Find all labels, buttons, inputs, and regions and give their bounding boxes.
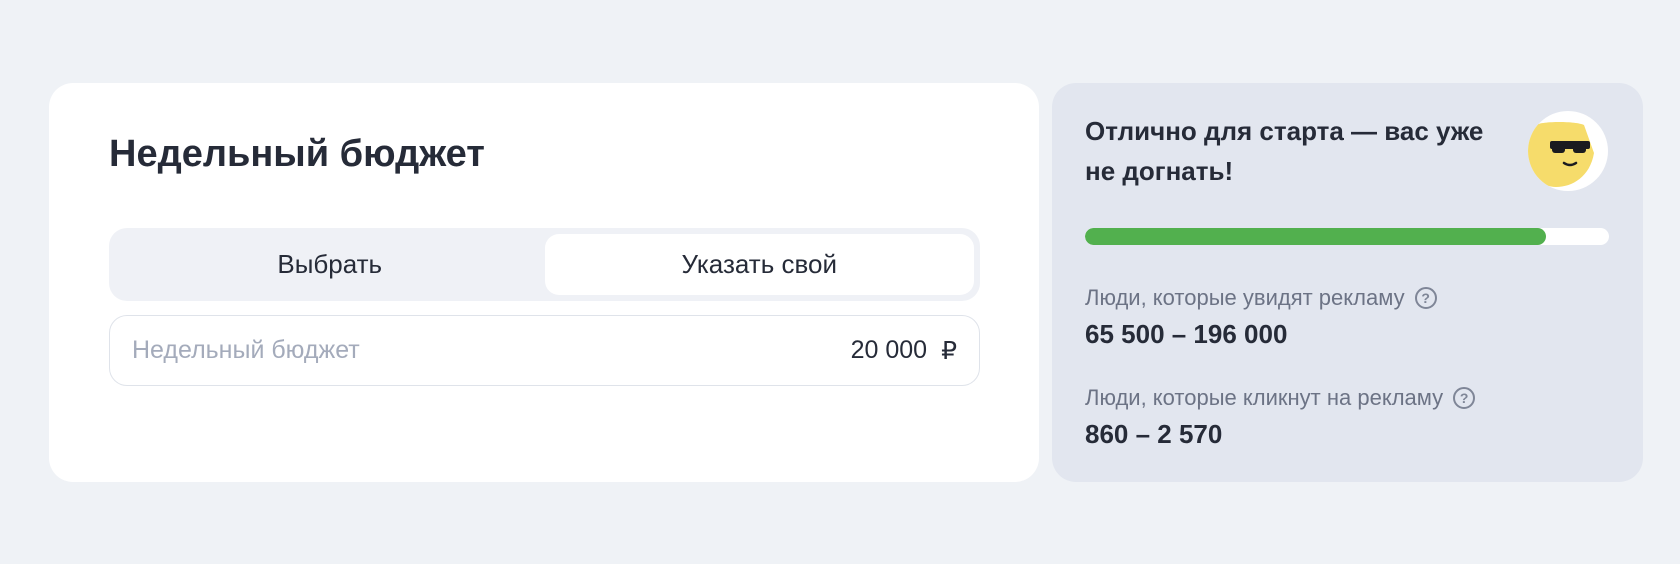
reach-label: Люди, которые увидят рекламу — [1085, 285, 1405, 310]
tab-choose[interactable]: Выбрать — [115, 234, 545, 295]
budget-mode-switch: Выбрать Указать свой — [109, 228, 980, 301]
forecast-card: Отлично для старта — вас уже не догнать!… — [1052, 83, 1643, 482]
sunglasses-face-icon — [1528, 111, 1608, 191]
budget-title: Недельный бюджет — [109, 133, 485, 175]
budget-quality-progress — [1085, 228, 1609, 245]
reach-label-row: Люди, которые увидят рекламу ? — [1085, 285, 1437, 311]
tab-custom[interactable]: Указать свой — [544, 234, 974, 295]
clicks-value: 860 – 2 570 — [1085, 419, 1223, 449]
clicks-label: Люди, которые кликнут на рекламу — [1085, 385, 1444, 410]
clicks-label-row: Люди, которые кликнут на рекламу ? — [1085, 385, 1476, 411]
budget-card: Недельный бюджет Выбрать Указать свой Не… — [49, 83, 1039, 482]
budget-quality-progress-fill — [1085, 228, 1547, 245]
weekly-budget-value[interactable]: 20 000 — [851, 336, 927, 365]
forecast-heading: Отлично для старта — вас уже не догнать! — [1085, 116, 1484, 186]
weekly-budget-field[interactable]: Недельный бюджет 20 000 ₽ — [109, 315, 980, 386]
question-icon[interactable]: ? — [1414, 287, 1437, 309]
currency-sign: ₽ — [941, 336, 957, 365]
question-icon[interactable]: ? — [1453, 387, 1476, 409]
reach-value: 65 500 – 196 000 — [1085, 319, 1288, 349]
weekly-budget-placeholder: Недельный бюджет — [132, 336, 360, 364]
